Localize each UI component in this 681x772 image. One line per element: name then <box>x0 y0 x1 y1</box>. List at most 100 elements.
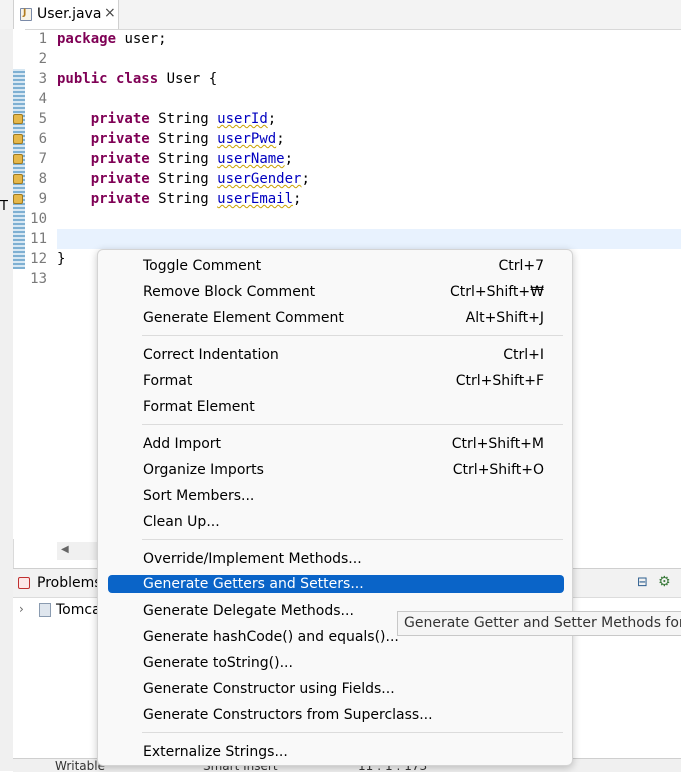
menu-item-shortcut: Ctrl+Shift+F <box>455 373 544 389</box>
line-number: 8 <box>38 171 47 187</box>
line-number-gutter: 1 2 3 4 5 6 7 8 9 10 11 12 13 <box>25 29 47 289</box>
field-name: userId <box>217 111 268 127</box>
menu-item-format[interactable]: Format Ctrl+Shift+F <box>108 371 564 391</box>
source-context-menu: Toggle Comment Ctrl+7 Remove Block Commen… <box>97 249 573 766</box>
code-text: } <box>57 251 66 267</box>
line-number: 3 <box>38 71 47 87</box>
menu-item-correct-indentation[interactable]: Correct Indentation Ctrl+I <box>108 345 564 365</box>
editor-tab-bar: User.java × <box>0 0 681 30</box>
list-item-label: Tomca <box>56 602 101 618</box>
menu-separator <box>142 424 563 425</box>
line-number: 9 <box>38 191 47 207</box>
menu-item-add-import[interactable]: Add Import Ctrl+Shift+M <box>108 434 564 454</box>
menu-item-label: Format Element <box>143 399 255 415</box>
left-trim: T <box>0 29 14 771</box>
menu-item-remove-block-comment[interactable]: Remove Block Comment Ctrl+Shift+₩ <box>108 282 564 302</box>
close-icon[interactable]: × <box>104 5 116 21</box>
menu-item-format-element[interactable]: Format Element <box>108 397 564 417</box>
java-file-icon <box>20 8 32 21</box>
keyword: private <box>90 171 150 187</box>
menu-item-shortcut: Alt+Shift+J <box>465 310 544 326</box>
warning-icon[interactable] <box>13 134 23 144</box>
menu-item-shortcut: Ctrl+Shift+M <box>451 436 544 452</box>
change-marker <box>13 69 25 269</box>
menu-item-label: Override/Implement Methods... <box>143 551 362 567</box>
menu-item-generate-tostring[interactable]: Generate toString()... <box>108 653 564 673</box>
menu-item-label: Generate Constructors from Superclass... <box>143 707 433 723</box>
keyword: private <box>90 131 150 147</box>
menu-item-shortcut: Ctrl+Shift+O <box>452 462 544 478</box>
menu-item-label: Organize Imports <box>143 462 264 478</box>
menu-item-label: Toggle Comment <box>143 258 262 274</box>
keyword: public class <box>57 71 159 87</box>
collapse-all-icon[interactable]: ⊟ <box>637 575 648 590</box>
type-name: String <box>149 131 218 147</box>
menu-item-shortcut: Ctrl+7 <box>498 258 544 274</box>
menu-item-sort-members[interactable]: Sort Members... <box>108 486 564 506</box>
warning-icon[interactable] <box>13 194 23 204</box>
tooltip: Generate Getter and Setter Methods for <box>397 611 681 636</box>
chevron-right-icon[interactable]: › <box>19 602 24 616</box>
tab-user-java[interactable]: User.java × <box>13 0 119 29</box>
menu-item-externalize-strings[interactable]: Externalize Strings... <box>108 742 564 762</box>
tab-problems[interactable]: Problems <box>37 575 102 591</box>
menu-item-generate-constructor-fields[interactable]: Generate Constructor using Fields... <box>108 679 564 699</box>
field-name: userGender <box>217 171 302 187</box>
menu-item-organize-imports[interactable]: Organize Imports Ctrl+Shift+O <box>108 460 564 480</box>
code-line: public class User { <box>57 69 677 89</box>
warning-icon[interactable] <box>13 174 23 184</box>
type-name: String <box>149 171 218 187</box>
menu-item-toggle-comment[interactable]: Toggle Comment Ctrl+7 <box>108 256 564 276</box>
menu-item-label: Format <box>143 373 193 389</box>
menu-item-shortcut: Ctrl+Shift+₩ <box>449 284 544 300</box>
code-text: User { <box>158 71 218 87</box>
menu-item-generate-element-comment[interactable]: Generate Element Comment Alt+Shift+J <box>108 308 564 328</box>
menu-item-clean-up[interactable]: Clean Up... <box>108 512 564 532</box>
problems-icon <box>18 577 30 589</box>
code-text: user; <box>116 31 167 47</box>
semicolon: ; <box>293 191 302 207</box>
menu-item-label: Generate Element Comment <box>143 310 344 326</box>
menu-item-label: Sort Members... <box>143 488 255 504</box>
field-name: userEmail <box>217 191 294 207</box>
filter-icon[interactable]: ⚙ <box>658 574 671 590</box>
field-name: userPwd <box>217 131 277 147</box>
menu-item-shortcut: Ctrl+I <box>503 347 544 363</box>
line-number: 5 <box>38 111 47 127</box>
line-number: 10 <box>30 211 47 227</box>
semicolon: ; <box>276 131 285 147</box>
menu-separator <box>142 335 563 336</box>
menu-item-generate-constructors-superclass[interactable]: Generate Constructors from Superclass... <box>108 705 564 725</box>
left-trim-text: T <box>0 199 8 214</box>
code-line: private String userName; <box>57 149 677 169</box>
code-line: private String userPwd; <box>57 129 677 149</box>
line-number: 11 <box>30 231 47 247</box>
code-line: private String userGender; <box>57 169 677 189</box>
semicolon: ; <box>267 111 277 127</box>
code-line: private String userEmail; <box>57 189 677 209</box>
line-number: 6 <box>38 131 47 147</box>
warning-icon[interactable] <box>13 154 23 164</box>
tooltip-text: Generate Getter and Setter Methods for <box>404 615 681 631</box>
type-name: String <box>149 191 218 207</box>
menu-item-generate-getters-setters[interactable]: Generate Getters and Setters... <box>108 575 564 593</box>
line-number: 2 <box>38 51 47 67</box>
tab-title: User.java <box>37 6 102 22</box>
menu-separator <box>142 732 563 733</box>
menu-item-label: Correct Indentation <box>143 347 279 363</box>
field-name: userName <box>217 151 285 167</box>
keyword: private <box>90 111 150 127</box>
semicolon: ; <box>284 151 294 167</box>
keyword: private <box>90 151 150 167</box>
code-line: package user; <box>57 29 677 49</box>
keyword: private <box>90 191 150 207</box>
menu-item-label: Generate hashCode() and equals()... <box>143 629 399 645</box>
scroll-left-icon[interactable]: ◀ <box>61 544 69 555</box>
warning-icon[interactable] <box>13 114 23 124</box>
menu-item-override-implement[interactable]: Override/Implement Methods... <box>108 549 564 569</box>
type-name: String <box>149 111 218 127</box>
